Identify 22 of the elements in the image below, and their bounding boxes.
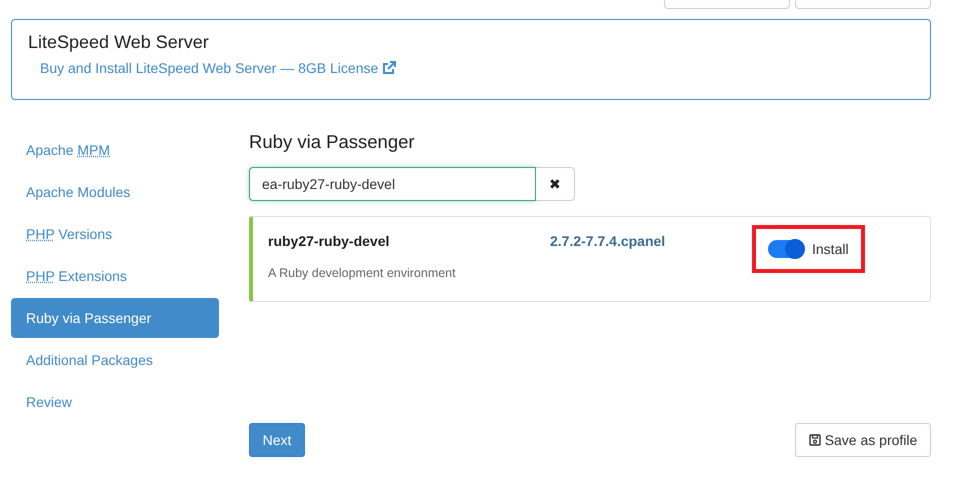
package-version: 2.7.2-7.7.4.cpanel (550, 233, 666, 251)
sidebar-item[interactable]: PHP Extensions (11, 256, 219, 296)
sidebar-item[interactable]: PHP Versions (11, 214, 219, 254)
save-profile-button[interactable]: Save as profile (795, 423, 931, 457)
toggle-label: Install (812, 241, 849, 257)
toggle-switch[interactable] (768, 240, 804, 258)
sidebar-item[interactable]: Review (11, 382, 219, 422)
license-link[interactable]: Buy and Install LiteSpeed Web Server — 8GB License (40, 60, 378, 76)
sidebar-item[interactable]: Ruby via Passenger (11, 298, 219, 338)
sidebar-item[interactable]: Apache MPM (11, 130, 219, 170)
sidebar-item[interactable]: Additional Packages (11, 340, 219, 380)
toolbar-button[interactable] (664, 0, 790, 9)
search-field[interactable]: ea-ruby27-ruby-devel (249, 167, 536, 201)
clear-button[interactable]: ✖ (536, 167, 575, 201)
toolbar-button[interactable] (795, 0, 931, 9)
package-name: ruby27-ruby-devel (268, 233, 390, 249)
section-title: Ruby via Passenger (249, 131, 416, 153)
sidebar-item[interactable]: Apache Modules (11, 172, 219, 212)
banner-title: LiteSpeed Web Server (28, 32, 210, 53)
external-link-icon (382, 61, 396, 75)
next-button[interactable]: Next (249, 423, 305, 457)
package-description: A Ruby development environment (268, 266, 457, 280)
